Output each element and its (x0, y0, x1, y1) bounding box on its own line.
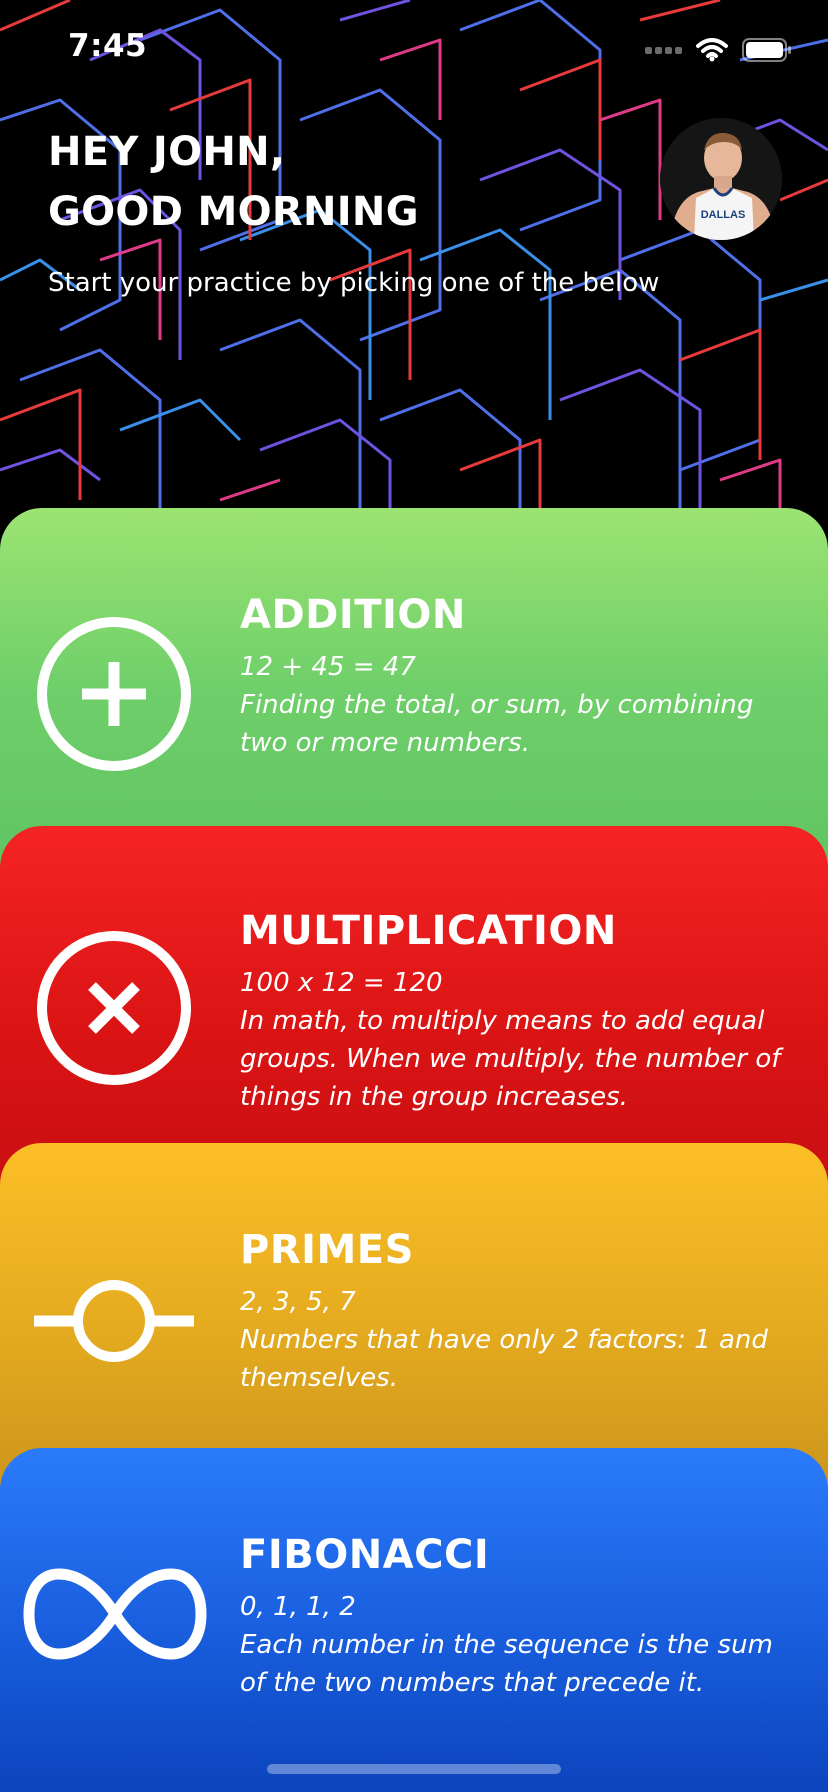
card-title: PRIMES (240, 1227, 414, 1273)
battery-icon (742, 38, 791, 62)
status-bar: 7:45 (0, 0, 828, 100)
card-example: 12 + 45 = 47 (240, 652, 416, 682)
infinity-icon (20, 1528, 210, 1700)
avatar[interactable]: DALLAS (660, 118, 782, 240)
card-description: In math, to multiply means to add equal … (240, 1006, 781, 1112)
cellular-signal-icon (645, 46, 682, 54)
card-description: Finding the total, or sum, by combining … (240, 690, 754, 758)
card-example: 0, 1, 1, 2 (240, 1592, 356, 1622)
card-description: Each number in the sequence is the sum o… (240, 1630, 773, 1698)
avatar-image: DALLAS (660, 118, 782, 240)
card-addition-text: ADDITION 12 + 45 = 47 Finding the total,… (240, 590, 788, 762)
card-multiplication-text: MULTIPLICATION 100 x 12 = 120 In math, t… (240, 906, 788, 1116)
card-title: MULTIPLICATION (240, 908, 617, 954)
greeting-line-1: HEY JOHN, (48, 129, 286, 175)
card-fibonacci-text: FIBONACCI 0, 1, 1, 2 Each number in the … (240, 1530, 788, 1702)
card-example: 2, 3, 5, 7 (240, 1287, 356, 1317)
times-circle-icon (28, 922, 200, 1094)
commit-node-icon (28, 1235, 200, 1407)
card-description: Numbers that have only 2 factors: 1 and … (240, 1325, 768, 1393)
card-example: 100 x 12 = 120 (240, 968, 443, 998)
status-indicators (645, 36, 792, 64)
wifi-icon (696, 38, 728, 62)
greeting-line-2: GOOD MORNING (48, 189, 419, 235)
greeting-heading: HEY JOHN, GOOD MORNING (48, 122, 419, 242)
card-fibonacci[interactable]: FIBONACCI 0, 1, 1, 2 Each number in the … (0, 1448, 828, 1792)
avatar-jersey-text: DALLAS (701, 209, 746, 221)
card-title: ADDITION (240, 592, 466, 638)
plus-circle-icon (28, 608, 200, 780)
card-primes-text: PRIMES 2, 3, 5, 7 Numbers that have only… (240, 1225, 788, 1397)
home-indicator[interactable] (267, 1764, 561, 1774)
status-time: 7:45 (68, 28, 148, 64)
app-screen: 7:45 HEY JOHN, GOOD MORNING Start your p… (0, 0, 828, 1792)
card-title: FIBONACCI (240, 1532, 490, 1578)
greeting-subtitle: Start your practice by picking one of th… (48, 268, 660, 298)
